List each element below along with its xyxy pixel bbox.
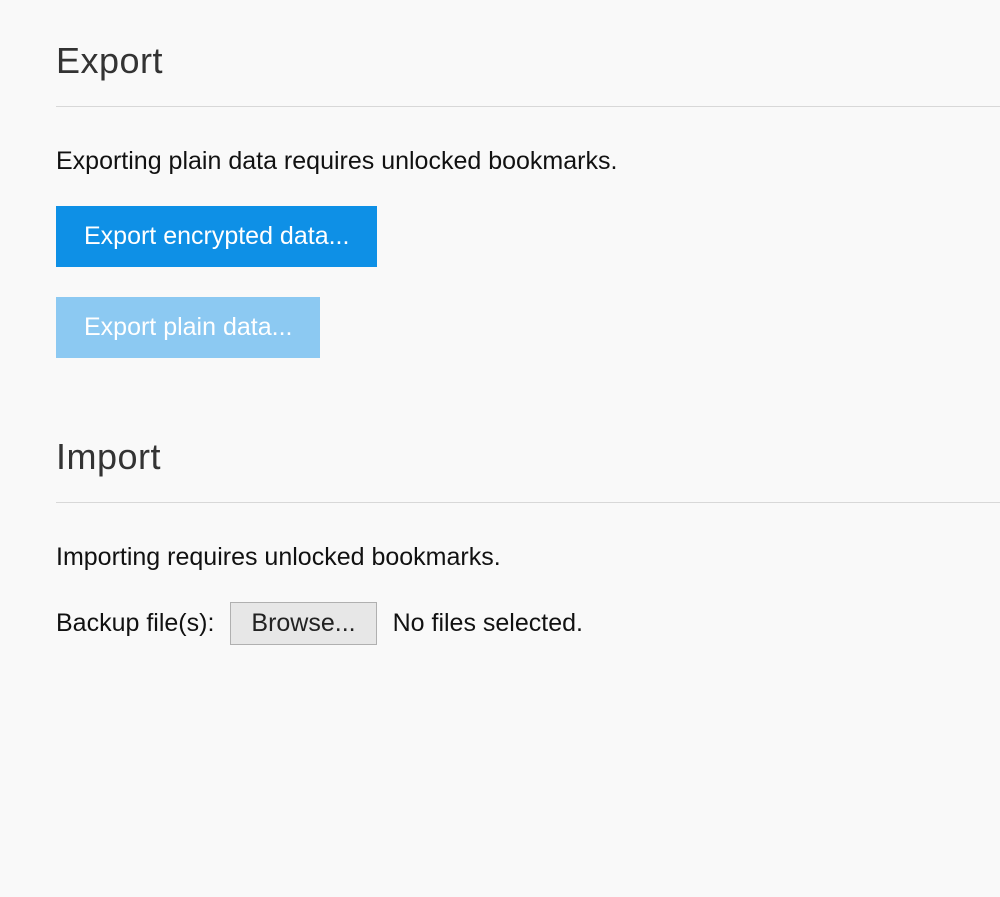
export-description: Exporting plain data requires unlocked b… — [56, 147, 944, 176]
export-heading: Export — [56, 40, 944, 82]
export-body: Exporting plain data requires unlocked b… — [56, 107, 944, 388]
export-encrypted-button[interactable]: Export encrypted data... — [56, 206, 377, 267]
import-heading: Import — [56, 436, 944, 478]
backup-file-label: Backup file(s): — [56, 609, 214, 638]
import-body: Importing requires unlocked bookmarks. B… — [56, 503, 944, 645]
file-status-text: No files selected. — [393, 609, 583, 638]
backup-file-row: Backup file(s): Browse... No files selec… — [56, 602, 944, 645]
import-description: Importing requires unlocked bookmarks. — [56, 543, 944, 572]
browse-button[interactable]: Browse... — [230, 602, 376, 645]
export-plain-button[interactable]: Export plain data... — [56, 297, 320, 358]
